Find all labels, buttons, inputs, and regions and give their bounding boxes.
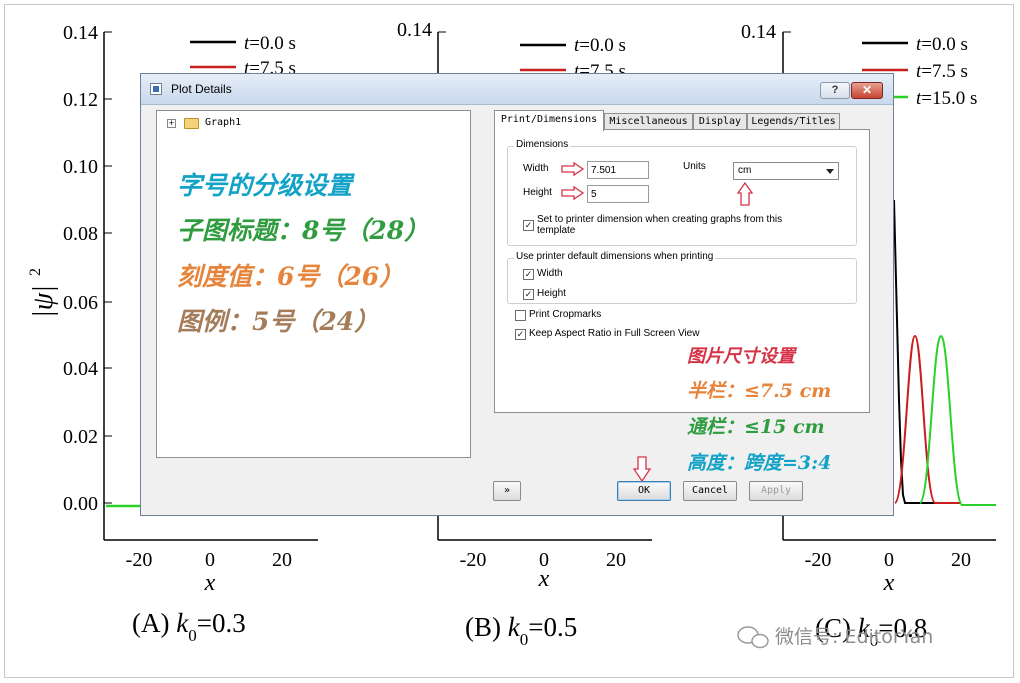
y-tick-label: 0.14 [741,21,776,43]
panel-a-y-ticks [104,31,112,504]
app-icon [150,83,162,95]
height-label: Height [523,187,552,198]
print-cropmarks-label: Print Cropmarks [529,309,602,320]
y-tick-label: 0.14 [63,22,98,44]
x-axis-label: x [204,570,216,596]
height-input[interactable] [587,185,649,203]
x-tick-label: 0 [205,549,215,571]
printer-height-checkbox[interactable]: ✓ [523,289,534,300]
set-printer-dimension-checkbox[interactable]: ✓ [523,220,534,231]
x-tick-label: 0 [884,549,894,571]
legend-entry: t=0.0 s [574,35,626,56]
arrow-right-icon [561,185,585,201]
tree-expander[interactable]: + [167,119,176,128]
width-label: Width [523,163,549,174]
tab-legends-titles[interactable]: Legends/Titles [747,113,840,130]
dialog-title: Plot Details [171,82,232,96]
printer-width-checkbox[interactable]: ✓ [523,269,534,280]
print-cropmarks-checkbox[interactable] [515,310,526,321]
x-tick-label: 20 [951,549,971,571]
chevron-down-icon [826,169,834,174]
y-axis-label: |ψ| [28,285,59,318]
width-input-field[interactable] [591,162,648,178]
keep-aspect-label: Keep Aspect Ratio in Full Screen View [529,328,700,339]
tab-miscellaneous[interactable]: Miscellaneous [604,113,693,130]
expand-button[interactable]: » [493,481,521,501]
height-input-field[interactable] [591,186,648,202]
tab-print-dimensions[interactable]: Print/Dimensions [494,110,604,131]
y-tick-label: 0.14 [397,19,432,41]
y-axis-exponent: 2 [27,268,44,276]
note-heading: 字号的分级设置 [177,171,353,200]
tree-item-label: Graph1 [205,117,242,128]
width-input[interactable] [587,161,649,179]
print-dimensions-panel: Dimensions Width Height Units cm ✓ Set t… [494,129,870,413]
arrow-up-icon [736,181,754,206]
x-axis-label: x [883,570,895,596]
note-legend-size: 图例：5号（24） [177,307,380,336]
close-button[interactable]: ✕ [851,82,883,99]
x-tick-label: -20 [126,549,153,571]
curve-green [919,334,996,506]
size-note-heading: 图片尺寸设置 [687,346,795,367]
dimensions-group-title: Dimensions [514,139,571,150]
size-note-full-column: 通栏：≤15 cm [687,416,825,438]
y-tick-label: 0.04 [63,358,98,380]
wechat-watermark: 微信号: EditorYan [737,626,933,649]
printer-width-label: Width [537,268,563,279]
x-tick-label: 20 [606,549,626,571]
legend-entry: t=7.5 s [916,61,968,82]
printer-height-label: Height [537,288,566,299]
x-tick-label: -20 [805,549,832,571]
caption-a: (A) k0=0.3 [132,608,246,645]
units-value: cm [738,165,752,176]
y-tick-label: 0.06 [63,292,98,314]
caption-b: (B) k0=0.5 [465,612,577,649]
help-button[interactable]: ? [820,82,850,99]
set-printer-dimension-label: Set to printer dimension when creating g… [537,214,783,225]
x-tick-label: 20 [272,549,292,571]
x-axis-label: x [538,566,550,592]
note-tick-size: 刻度值：6号（26） [177,262,405,291]
cancel-button[interactable]: Cancel [683,481,737,501]
set-printer-dimension-label-2: template [537,225,576,236]
size-note-half-column: 半栏：≤7.5 cm [687,380,832,402]
tab-display[interactable]: Display [693,113,747,130]
y-tick-label: 0.00 [63,493,98,515]
y-tick-label: 0.08 [63,223,98,245]
keep-aspect-checkbox[interactable]: ✓ [515,329,526,340]
watermark-text: 微信号: EditorYan [775,626,933,648]
units-label: Units [683,161,706,172]
plot-details-dialog: Plot Details ? ✕ + Graph1 字号的分级设置 子图标题：8… [140,73,894,516]
note-subtitle-size: 子图标题：8号（28） [177,216,430,245]
y-tick-label: 0.12 [63,89,98,111]
folder-icon [184,118,199,129]
size-note-aspect: 高度：跨度=3:4 [687,452,832,474]
x-tick-label: -20 [460,549,487,571]
y-tick-label: 0.02 [63,426,98,448]
legend-entry: t=15.0 s [916,88,977,109]
y-tick-label: 0.10 [63,156,98,178]
units-select[interactable]: cm [733,162,839,180]
legend-entry: t=0.0 s [916,34,968,55]
arrow-down-icon [632,456,652,483]
legend-entry: t=0.0 s [244,33,296,54]
apply-button[interactable]: Apply [749,481,803,501]
dialog-titlebar[interactable]: Plot Details ? ✕ [141,74,893,105]
arrow-right-icon [561,161,585,177]
ok-button[interactable]: OK [617,481,671,501]
printer-default-group-title: Use printer default dimensions when prin… [514,251,716,262]
